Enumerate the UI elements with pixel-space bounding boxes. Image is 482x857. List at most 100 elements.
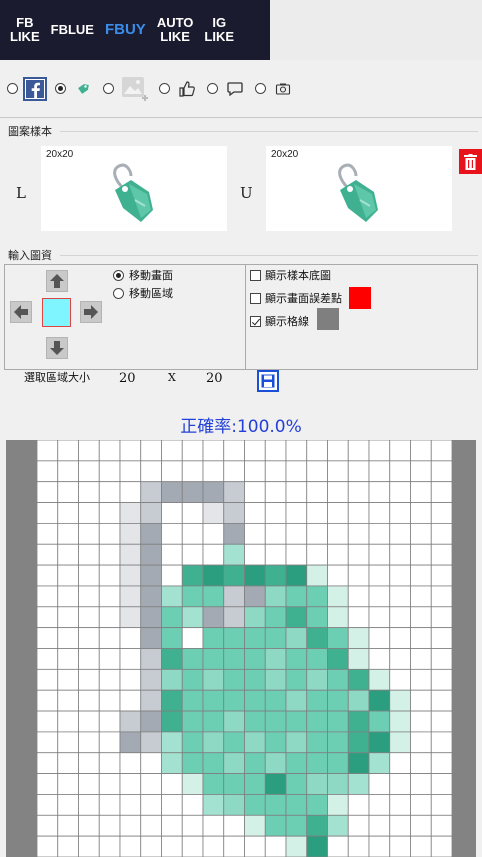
pixel-cell[interactable] — [264, 668, 287, 691]
pixel-cell[interactable] — [181, 481, 204, 503]
pixel-cell[interactable] — [410, 731, 432, 754]
pixel-cell[interactable] — [140, 668, 162, 691]
pixel-cell[interactable] — [347, 752, 370, 775]
pixel-cell[interactable] — [347, 606, 370, 629]
pixel-cell[interactable] — [306, 752, 328, 775]
pixel-cell[interactable] — [140, 627, 162, 649]
pixel-cell[interactable] — [37, 835, 59, 857]
tool-thumbs-up[interactable] — [159, 77, 199, 101]
pixel-cell[interactable] — [285, 689, 308, 712]
pixel-cell[interactable] — [37, 440, 59, 462]
pixel-cell[interactable] — [98, 794, 121, 816]
pixel-cell[interactable] — [37, 481, 59, 503]
pixel-cell[interactable] — [98, 710, 121, 733]
pixel-cell[interactable] — [57, 606, 79, 629]
pixel-cell[interactable] — [410, 689, 432, 712]
pixel-cell[interactable] — [244, 668, 266, 691]
pixel-cell[interactable] — [57, 773, 79, 795]
pixel-cell[interactable] — [57, 481, 79, 503]
pixel-cell[interactable] — [430, 773, 452, 795]
pixel-cell[interactable] — [161, 648, 183, 670]
move-up-button[interactable] — [46, 270, 68, 292]
pixel-cell[interactable] — [389, 689, 411, 712]
pixel-cell[interactable] — [119, 606, 142, 629]
pixel-cell[interactable] — [347, 502, 370, 524]
pixel-cell[interactable] — [410, 710, 432, 733]
pixel-cell[interactable] — [161, 502, 183, 524]
pixel-cell[interactable] — [202, 731, 225, 754]
pixel-cell[interactable] — [389, 564, 411, 587]
pixel-cell[interactable] — [306, 606, 328, 629]
pixel-cell[interactable] — [244, 481, 266, 503]
pixel-cell[interactable] — [347, 648, 370, 670]
pixel-cell[interactable] — [98, 689, 121, 712]
pixel-cell[interactable] — [223, 606, 245, 629]
pixel-cell[interactable] — [244, 689, 266, 712]
pixel-cell[interactable] — [430, 606, 452, 629]
pixel-cell[interactable] — [78, 731, 100, 754]
pixel-cell[interactable] — [327, 835, 349, 857]
pixel-cell[interactable] — [98, 564, 121, 587]
pixel-cell[interactable] — [98, 523, 121, 545]
pixel-cell[interactable] — [285, 440, 308, 462]
tool-facebook[interactable] — [7, 76, 47, 101]
pixel-cell[interactable] — [37, 502, 59, 524]
pixel-cell[interactable] — [140, 440, 162, 462]
pixel-cell[interactable] — [57, 689, 79, 712]
pixel-cell[interactable] — [98, 627, 121, 649]
pixel-cell[interactable] — [223, 752, 245, 775]
pixel-cell[interactable] — [98, 814, 121, 837]
pixel-cell[interactable] — [389, 773, 411, 795]
pixel-cell[interactable] — [161, 543, 183, 566]
pixel-cell[interactable] — [98, 668, 121, 691]
pixel-cell[interactable] — [181, 627, 204, 649]
pixel-cell[interactable] — [140, 689, 162, 712]
pixel-cell[interactable] — [389, 440, 411, 462]
pixel-cell[interactable] — [306, 835, 328, 857]
pixel-cell[interactable] — [285, 523, 308, 545]
pixel-cell[interactable] — [140, 460, 162, 483]
tool-radio[interactable] — [55, 83, 66, 94]
pixel-cell[interactable] — [161, 440, 183, 462]
pixel-cell[interactable] — [347, 731, 370, 754]
tool-radio[interactable] — [159, 83, 170, 94]
nav-item-fbuy[interactable]: FBUY — [105, 22, 146, 37]
pixel-cell[interactable] — [264, 481, 287, 503]
pixel-cell[interactable] — [306, 668, 328, 691]
pixel-cell[interactable] — [368, 648, 391, 670]
pixel-cell[interactable] — [57, 523, 79, 545]
pixel-cell[interactable] — [410, 440, 432, 462]
pixel-cell[interactable] — [410, 648, 432, 670]
pixel-cell[interactable] — [202, 814, 225, 837]
pixel-cell[interactable] — [57, 502, 79, 524]
pixel-cell[interactable] — [161, 627, 183, 649]
pixel-cell[interactable] — [140, 481, 162, 503]
tool-price-tag[interactable] — [55, 77, 95, 101]
pixel-cell[interactable] — [223, 773, 245, 795]
pixel-cell[interactable] — [327, 523, 349, 545]
pixel-cell[interactable] — [181, 794, 204, 816]
pixel-cell[interactable] — [430, 627, 452, 649]
pixel-cell[interactable] — [244, 794, 266, 816]
show-grid-option[interactable]: 顯示格線 — [250, 313, 309, 329]
pixel-cell[interactable] — [264, 585, 287, 608]
pixel-cell[interactable] — [78, 835, 100, 857]
pixel-cell[interactable] — [119, 481, 142, 503]
pixel-cell[interactable] — [285, 585, 308, 608]
pixel-cell[interactable] — [78, 523, 100, 545]
pixel-cell[interactable] — [37, 564, 59, 587]
pixel-cell[interactable] — [368, 564, 391, 587]
pixel-cell[interactable] — [140, 794, 162, 816]
pixel-cell[interactable] — [78, 773, 100, 795]
pixel-cell[interactable] — [368, 627, 391, 649]
pixel-cell[interactable] — [119, 648, 142, 670]
pixel-cell[interactable] — [306, 627, 328, 649]
pixel-cell[interactable] — [37, 794, 59, 816]
pixel-cell[interactable] — [430, 564, 452, 587]
pixel-cell[interactable] — [389, 731, 411, 754]
pixel-cell[interactable] — [327, 648, 349, 670]
pixel-cell[interactable] — [327, 773, 349, 795]
pixel-cell[interactable] — [119, 564, 142, 587]
pixel-cell[interactable] — [306, 794, 328, 816]
pixel-cell[interactable] — [223, 794, 245, 816]
